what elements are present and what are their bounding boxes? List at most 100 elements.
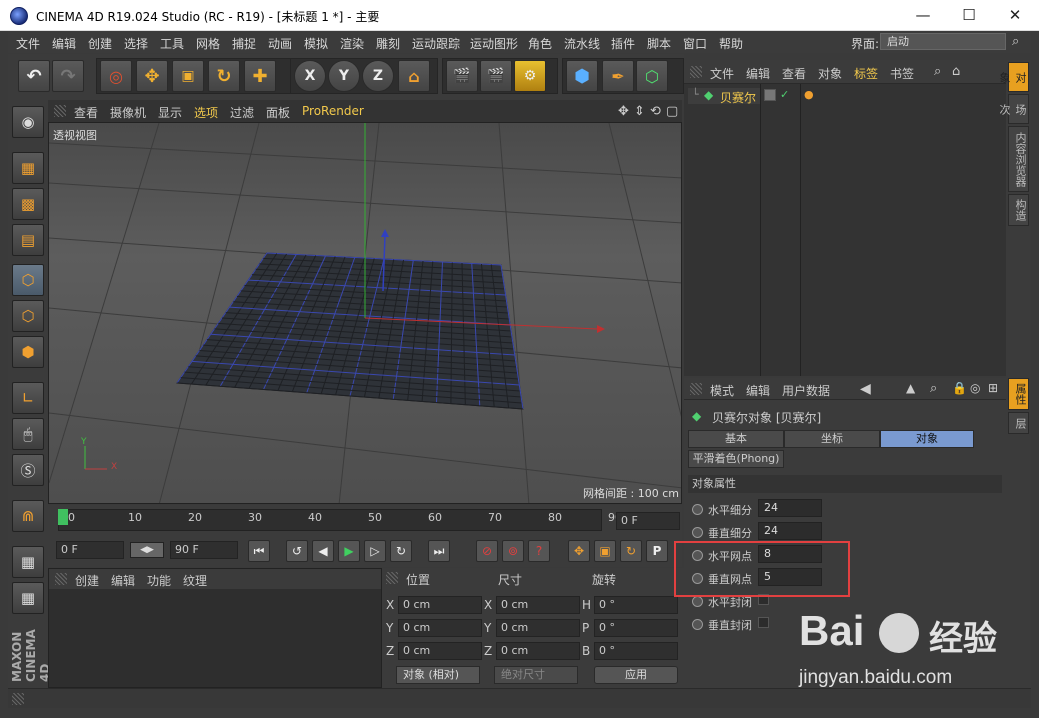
object-menu-file[interactable]: 文件 bbox=[710, 65, 734, 82]
viewport-menu-panel[interactable]: 面板 bbox=[266, 104, 290, 121]
planar-workplane-icon[interactable]: ▦ bbox=[12, 582, 44, 614]
menu-mograph[interactable]: 运动图形 bbox=[470, 35, 518, 52]
material-menu-texture[interactable]: 纹理 bbox=[183, 572, 207, 589]
undo-icon[interactable]: ↶ bbox=[18, 60, 50, 92]
key-parameter-icon[interactable]: P bbox=[646, 540, 668, 562]
go-to-end-icon[interactable]: ⏭ bbox=[428, 540, 450, 562]
maximize-button[interactable]: ☐ bbox=[946, 0, 992, 31]
start-frame-field[interactable]: 0 F bbox=[56, 541, 124, 559]
move-icon[interactable]: ✥ bbox=[136, 60, 168, 92]
redo-icon[interactable]: ↷ bbox=[52, 60, 84, 92]
lock-x-axis-button[interactable]: X bbox=[294, 60, 326, 92]
model-mode-icon[interactable]: ▦ bbox=[12, 152, 44, 184]
end-frame-field[interactable]: 90 F bbox=[170, 541, 238, 559]
menu-character[interactable]: 角色 bbox=[528, 35, 552, 52]
tab-basic[interactable]: 基本 bbox=[688, 430, 784, 448]
previous-key-icon[interactable]: ↺ bbox=[286, 540, 308, 562]
visibility-check-icon[interactable]: ✓ bbox=[780, 88, 789, 101]
menu-mesh[interactable]: 网格 bbox=[196, 35, 220, 52]
new-panel-icon[interactable]: ⊞ bbox=[988, 381, 998, 395]
size-y-field[interactable]: 0 cm bbox=[496, 619, 580, 637]
attr-menu-edit[interactable]: 编辑 bbox=[746, 382, 770, 399]
size-mode-select[interactable]: 绝对尺寸 bbox=[494, 666, 578, 684]
range-slider[interactable]: ◀▶ bbox=[130, 542, 164, 558]
attr-menu-mode[interactable]: 模式 bbox=[710, 382, 734, 399]
axis-mode-icon[interactable]: ∟ bbox=[12, 382, 44, 414]
object-menu-objects[interactable]: 对象 bbox=[818, 65, 842, 82]
object-menu-bookmarks[interactable]: 书签 bbox=[890, 65, 914, 82]
v-close-anim-icon[interactable] bbox=[692, 619, 703, 630]
up-arrow-icon[interactable]: ▲ bbox=[906, 381, 915, 395]
polygons-mode-icon[interactable]: ⬢ bbox=[12, 336, 44, 368]
h-sub-anim-icon[interactable] bbox=[692, 504, 703, 515]
layer-icon[interactable] bbox=[764, 89, 776, 101]
magnet-icon[interactable]: ⋒ bbox=[12, 500, 44, 532]
tab-object[interactable]: 对象 bbox=[880, 430, 974, 448]
viewport-menu-filter[interactable]: 过滤 bbox=[230, 104, 254, 121]
size-z-field[interactable]: 0 cm bbox=[496, 642, 580, 660]
object-search-icon[interactable]: ⌕ bbox=[934, 64, 941, 79]
tweak-mode-icon[interactable]: 🖱 bbox=[12, 418, 44, 450]
menu-edit[interactable]: 编辑 bbox=[52, 35, 76, 52]
viewport-zoom-icon[interactable]: ⇕ bbox=[634, 104, 645, 119]
material-menu-create[interactable]: 创建 bbox=[75, 572, 99, 589]
timeline[interactable]: 0 10 20 30 40 50 60 70 80 90 0 F bbox=[48, 505, 682, 537]
lock-y-axis-button[interactable]: Y bbox=[328, 60, 360, 92]
key-rotation-icon[interactable]: ↻ bbox=[620, 540, 642, 562]
viewport-menu-view[interactable]: 查看 bbox=[74, 104, 98, 121]
rotate-icon[interactable]: ↻ bbox=[208, 60, 240, 92]
scale-icon[interactable]: ▣ bbox=[172, 60, 204, 92]
layout-select[interactable]: 启动 bbox=[880, 33, 1006, 50]
v-sub-field[interactable]: 24 bbox=[758, 522, 822, 540]
live-selection-icon[interactable]: ◎ bbox=[100, 60, 132, 92]
section-object-properties[interactable]: 对象属性 bbox=[688, 475, 1002, 493]
viewport-menu-cameras[interactable]: 摄像机 bbox=[110, 104, 146, 121]
viewport-rotate-icon[interactable]: ⟲ bbox=[650, 104, 661, 119]
viewport-menu-display[interactable]: 显示 bbox=[158, 104, 182, 121]
menu-create[interactable]: 创建 bbox=[88, 35, 112, 52]
play-icon[interactable]: ▶ bbox=[338, 540, 360, 562]
next-frame-icon[interactable]: ▷ bbox=[364, 540, 386, 562]
right-tab-objects[interactable]: 对象 bbox=[998, 62, 1029, 92]
points-mode-icon[interactable]: ⬡ bbox=[12, 264, 44, 296]
attr-menu-userdata[interactable]: 用户数据 bbox=[782, 382, 830, 399]
material-menu-function[interactable]: 功能 bbox=[147, 572, 171, 589]
menu-tools[interactable]: 工具 bbox=[160, 35, 184, 52]
viewport-move-icon[interactable]: ✥ bbox=[618, 104, 629, 119]
position-z-field[interactable]: 0 cm bbox=[398, 642, 482, 660]
snap-icon[interactable]: Ⓢ bbox=[12, 454, 44, 486]
keyframe-selection-icon[interactable]: ? bbox=[528, 540, 550, 562]
attr-search-icon[interactable]: ⌕ bbox=[930, 381, 937, 396]
menu-snap[interactable]: 捕捉 bbox=[232, 35, 256, 52]
rotation-p-field[interactable]: 0 ° bbox=[594, 619, 678, 637]
material-menu-edit[interactable]: 编辑 bbox=[111, 572, 135, 589]
current-frame-field[interactable]: 0 F bbox=[616, 512, 680, 530]
menu-pipeline[interactable]: 流水线 bbox=[564, 35, 600, 52]
v-sub-anim-icon[interactable] bbox=[692, 527, 703, 538]
edges-mode-icon[interactable]: ⬡ bbox=[12, 300, 44, 332]
render-settings-icon[interactable]: ⚙ bbox=[514, 60, 546, 92]
transform-icon[interactable]: ✚ bbox=[244, 60, 276, 92]
object-menu-view[interactable]: 查看 bbox=[782, 65, 806, 82]
menu-help[interactable]: 帮助 bbox=[719, 35, 743, 52]
right-tab-takes[interactable]: 场次 bbox=[998, 94, 1029, 124]
menu-select[interactable]: 选择 bbox=[124, 35, 148, 52]
close-button[interactable]: ✕ bbox=[992, 0, 1038, 31]
auto-keying-icon[interactable]: ⊚ bbox=[502, 540, 524, 562]
right-tab-structure[interactable]: 构造 bbox=[1008, 194, 1029, 226]
previous-frame-icon[interactable]: ◀ bbox=[312, 540, 334, 562]
lock-z-axis-button[interactable]: Z bbox=[362, 60, 394, 92]
cube-icon[interactable]: ⬢ bbox=[566, 60, 598, 92]
texture-mode-icon[interactable]: ▩ bbox=[12, 188, 44, 220]
viewport-toggle-icon[interactable]: ▢ bbox=[666, 104, 678, 119]
tab-coord[interactable]: 坐标 bbox=[784, 430, 880, 448]
back-arrow-icon[interactable]: ◀ bbox=[860, 381, 871, 397]
right-tab-layers[interactable]: 层 bbox=[1008, 412, 1029, 434]
workplane-lock-icon[interactable]: ▦ bbox=[12, 546, 44, 578]
object-menu-tags[interactable]: 标签 bbox=[854, 65, 878, 82]
menu-motion-tracking[interactable]: 运动跟踪 bbox=[412, 35, 460, 52]
object-name-label[interactable]: 贝赛尔 bbox=[720, 89, 756, 106]
menu-render[interactable]: 渲染 bbox=[340, 35, 364, 52]
target-icon[interactable]: ◎ bbox=[970, 381, 980, 395]
viewport-menu-options[interactable]: 选项 bbox=[194, 104, 218, 121]
